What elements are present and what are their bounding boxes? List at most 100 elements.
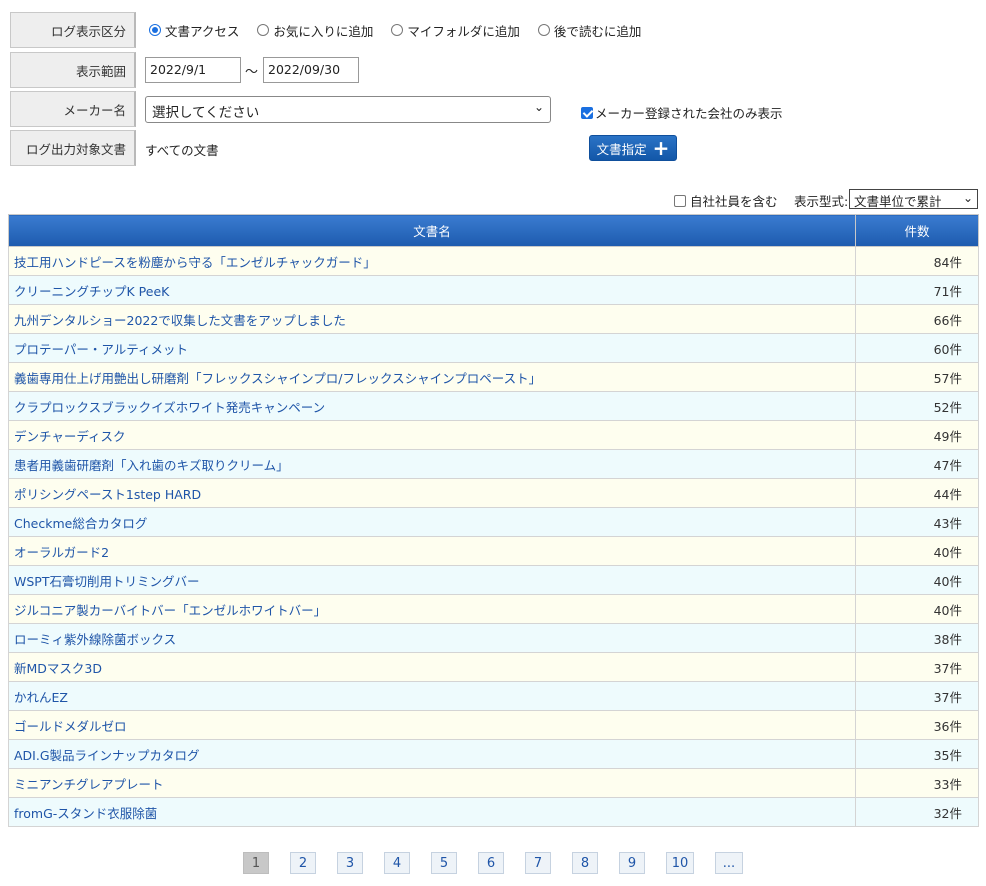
access-count: 60件	[855, 333, 979, 363]
document-name-link[interactable]: オーラルガード2	[8, 536, 856, 566]
include-staff-option[interactable]: 自社社員を含む	[674, 191, 778, 210]
table-row: ADI.G製品ラインナップカタログ 35件	[8, 739, 979, 769]
page-button[interactable]: 7	[525, 852, 551, 874]
page-button[interactable]: 8	[572, 852, 598, 874]
page-more-button[interactable]: ...	[715, 852, 743, 874]
document-name-link[interactable]: Checkme総合カタログ	[8, 507, 856, 537]
display-options: 自社社員を含む 表示型式: 文書単位で累計 ⌄	[674, 189, 978, 209]
access-count: 49件	[855, 420, 979, 450]
table-row: デンチャーディスク 49件	[8, 420, 979, 450]
access-count: 66件	[855, 304, 979, 334]
document-name-link[interactable]: ゴールドメダルゼロ	[8, 710, 856, 740]
range-label: 表示範囲	[10, 52, 136, 88]
table-row: 九州デンタルショー2022で収集した文書をアップしました 66件	[8, 304, 979, 334]
page-button[interactable]: 6	[478, 852, 504, 874]
radio-add-read-later[interactable]: 後で読むに追加	[537, 21, 642, 40]
table-row: 義歯専用仕上げ用艶出し研磨剤「フレックスシャインプロ/フレックスシャインプロペー…	[8, 362, 979, 392]
display-type-select[interactable]: 文書単位で累計 ⌄	[849, 189, 978, 209]
maker-registered-only-option[interactable]: メーカー登録された会社のみ表示	[581, 103, 783, 122]
table-row: クラプロックスブラックイズホワイト発売キャンペーン 52件	[8, 391, 979, 421]
document-name-link[interactable]: 九州デンタルショー2022で収集した文書をアップしました	[8, 304, 856, 334]
radio-label: 文書アクセス	[165, 23, 240, 39]
radio-document-access[interactable]: 文書アクセス	[149, 21, 239, 40]
page-button[interactable]: 2	[290, 852, 316, 874]
document-name-link[interactable]: WSPT石膏切削用トリミングバー	[8, 565, 856, 595]
table-header-row: 文書名 件数	[8, 214, 979, 247]
document-name-link[interactable]: 新MDマスク3D	[8, 652, 856, 682]
maker-row: メーカー名 選択してください ⌄ メーカー登録された会社のみ表示	[10, 91, 970, 129]
radio-button-icon[interactable]	[391, 24, 404, 36]
page-button[interactable]: 4	[384, 852, 410, 874]
target-docs-value: すべての文書	[145, 143, 219, 158]
access-count: 40件	[855, 594, 979, 624]
document-name-link[interactable]: クリーニングチップK PeeK	[8, 275, 856, 305]
target-docs-row: ログ出力対象文書 すべての文書 文書指定 +	[10, 130, 970, 168]
chevron-down-icon: ⌄	[533, 100, 544, 114]
document-name-link[interactable]: 技工用ハンドピースを粉塵から守る「エンゼルチャックガード」	[8, 246, 856, 276]
page-button[interactable]: 3	[337, 852, 363, 874]
radio-button-icon[interactable]	[149, 24, 161, 36]
radio-add-myfolder[interactable]: マイフォルダに追加	[391, 21, 520, 40]
document-name-link[interactable]: クラプロックスブラックイズホワイト発売キャンペーン	[8, 391, 856, 421]
table-row: fromG-スタンド衣服除菌 32件	[8, 797, 979, 827]
display-type-value: 文書単位で累計	[854, 194, 942, 209]
include-staff-label: 自社社員を含む	[690, 194, 778, 209]
table-row: ポリシングペースト1step HARD 44件	[8, 478, 979, 508]
document-name-link[interactable]: デンチャーディスク	[8, 420, 856, 450]
document-name-link[interactable]: ジルコニア製カーバイトバー「エンゼルホワイトバー」	[8, 594, 856, 624]
date-from-input[interactable]: 2022/9/1	[145, 57, 241, 83]
table-row: ジルコニア製カーバイトバー「エンゼルホワイトバー」 40件	[8, 594, 979, 624]
page-button[interactable]: 5	[431, 852, 457, 874]
plus-icon: +	[652, 136, 670, 160]
document-log-table: 文書名 件数 技工用ハンドピースを粉塵から守る「エンゼルチャックガード」 84件ク…	[8, 214, 979, 827]
radio-add-favorite[interactable]: お気に入りに追加	[257, 21, 373, 40]
access-count: 40件	[855, 565, 979, 595]
include-staff-checkbox[interactable]	[674, 194, 686, 207]
page-button[interactable]: 1	[243, 852, 269, 874]
document-name-link[interactable]: 義歯専用仕上げ用艶出し研磨剤「フレックスシャインプロ/フレックスシャインプロペー…	[8, 362, 856, 392]
radio-button-icon[interactable]	[257, 24, 270, 36]
document-name-link[interactable]: プロテーパー・アルティメット	[8, 333, 856, 363]
radio-button-icon[interactable]	[537, 24, 550, 36]
document-name-link[interactable]: ポリシングペースト1step HARD	[8, 478, 856, 508]
table-row: WSPT石膏切削用トリミングバー 40件	[8, 565, 979, 595]
access-count: 84件	[855, 246, 979, 276]
document-name-link[interactable]: fromG-スタンド衣服除菌	[8, 797, 856, 827]
pagination: 1 2 3 4 5 6 7 8 9 10...	[243, 852, 764, 876]
document-name-link[interactable]: ADI.G製品ラインナップカタログ	[8, 739, 856, 769]
table-body: 技工用ハンドピースを粉塵から守る「エンゼルチャックガード」 84件 クリーニングチッ…	[8, 246, 979, 827]
page-button[interactable]: 10	[666, 852, 694, 874]
table-row: Checkme総合カタログ 43件	[8, 507, 979, 537]
table-row: クリーニングチップK PeeK 71件	[8, 275, 979, 305]
document-name-link[interactable]: かれんEZ	[8, 681, 856, 711]
maker-registered-only-label: メーカー登録された会社のみ表示	[595, 106, 783, 121]
access-count: 52件	[855, 391, 979, 421]
column-header-count[interactable]: 件数	[855, 214, 979, 247]
target-docs-label: ログ出力対象文書	[10, 130, 136, 166]
table-row: ローミィ紫外線除菌ボックス 38件	[8, 623, 979, 653]
document-name-link[interactable]: 患者用義歯研磨剤「入れ歯のキズ取りクリーム」	[8, 449, 856, 479]
access-count: 35件	[855, 739, 979, 769]
maker-select-value: 選択してください	[152, 105, 260, 121]
access-count: 32件	[855, 797, 979, 827]
radio-label: 後で読むに追加	[553, 23, 642, 39]
document-name-link[interactable]: ミニアンチグレアプレート	[8, 768, 856, 798]
page-button[interactable]: 9	[619, 852, 645, 874]
maker-select[interactable]: 選択してください ⌄	[145, 96, 551, 123]
range-separator: ～	[245, 65, 259, 80]
column-header-document-name[interactable]: 文書名	[8, 214, 856, 247]
log-type-radios: 文書アクセス お気に入りに追加 マイフォルダに追加 後で読むに追加	[149, 12, 659, 48]
log-type-label: ログ表示区分	[10, 12, 136, 48]
specify-documents-button[interactable]: 文書指定 +	[589, 135, 677, 161]
table-row: 新MDマスク3D 37件	[8, 652, 979, 682]
chevron-down-icon: ⌄	[962, 191, 973, 205]
document-name-link[interactable]: ローミィ紫外線除菌ボックス	[8, 623, 856, 653]
access-count: 44件	[855, 478, 979, 508]
access-count: 36件	[855, 710, 979, 740]
access-count: 57件	[855, 362, 979, 392]
table-row: ミニアンチグレアプレート 33件	[8, 768, 979, 798]
display-type-label: 表示型式:	[794, 194, 849, 209]
maker-registered-only-checkbox[interactable]	[581, 106, 593, 119]
date-to-input[interactable]: 2022/09/30	[263, 57, 359, 83]
access-count: 43件	[855, 507, 979, 537]
